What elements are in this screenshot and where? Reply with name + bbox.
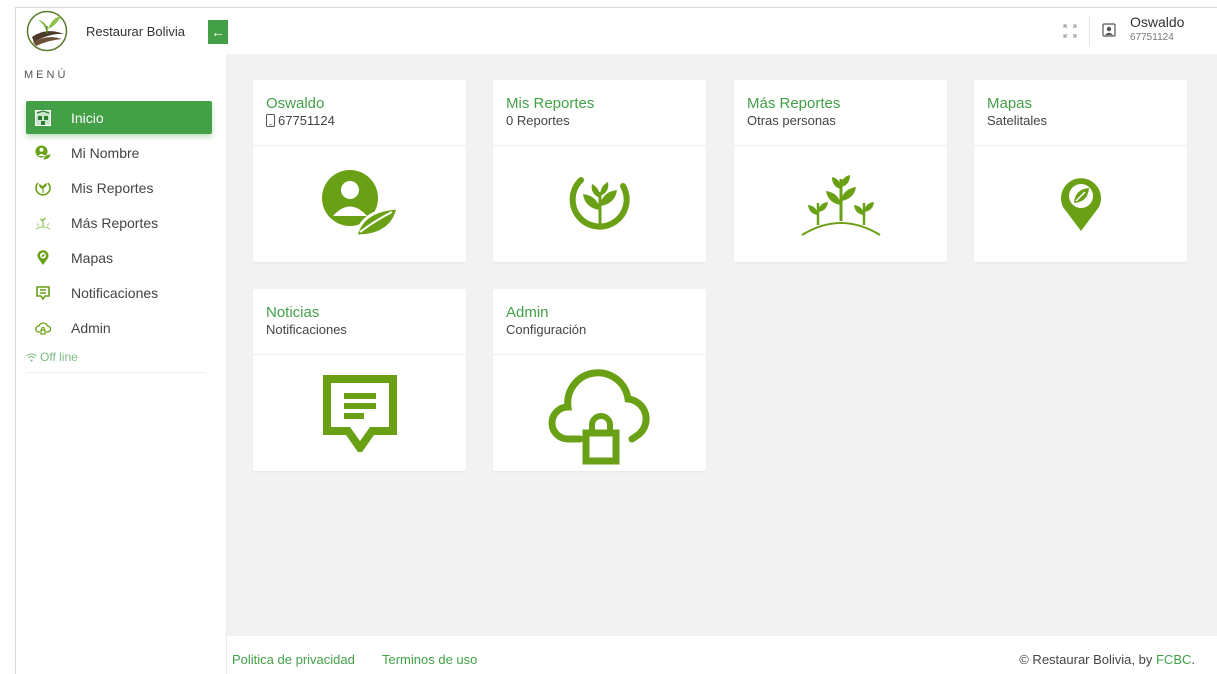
fcbc-link[interactable]: FCBC <box>1156 652 1191 667</box>
main-content: Oswaldo 67751124 Mis Reportes 0 Reportes <box>227 54 1217 636</box>
card-subtitle: Configuración <box>506 322 587 337</box>
plant-report-icon <box>35 180 51 196</box>
card-subtitle: Satelitales <box>987 113 1047 128</box>
card-subtitle: 0 Reportes <box>506 113 570 128</box>
terms-link[interactable]: Terminos de uso <box>382 652 477 667</box>
card-title: Mapas <box>987 95 1033 112</box>
sidebar-item-label: Más Reportes <box>71 214 159 231</box>
sidebar-item-label: Admin <box>71 319 111 336</box>
card-noticias[interactable]: Noticias Notificaciones <box>253 289 466 471</box>
card-title: Noticias <box>266 304 320 321</box>
expand-icon[interactable] <box>1062 23 1078 39</box>
brand-name: Restaurar Bolivia <box>86 23 185 39</box>
user-icon[interactable] <box>1102 23 1116 37</box>
copyright-suffix: . <box>1191 652 1195 667</box>
cloud-lock-icon <box>548 369 650 465</box>
sidebar-item-mi-nombre[interactable]: Mi Nombre <box>26 136 212 169</box>
sidebar-item-label: Notificaciones <box>71 284 159 301</box>
wifi-icon <box>26 353 37 361</box>
card-title: Más Reportes <box>747 95 841 112</box>
sidebar-item-label: Mapas <box>71 249 114 266</box>
brand[interactable]: Restaurar Bolivia <box>26 8 185 54</box>
plant-logo-icon <box>26 10 68 52</box>
phone-icon <box>266 114 275 127</box>
map-pin-icon <box>35 249 51 266</box>
divider <box>1089 16 1090 46</box>
user-phone: 67751124 <box>1130 32 1174 43</box>
divider <box>26 372 206 373</box>
sidebar-item-mapas[interactable]: Mapas <box>26 241 212 274</box>
arrow-left-icon: ← <box>211 24 225 40</box>
card-admin[interactable]: Admin Configuración <box>493 289 706 471</box>
user-leaf-icon <box>35 145 51 161</box>
sidebar-item-notificaciones[interactable]: Notificaciones <box>26 276 212 309</box>
menu-title: MENÚ <box>24 69 69 81</box>
privacy-policy-link[interactable]: Politica de privacidad <box>232 652 355 667</box>
sidebar-item-label: Inicio <box>71 109 104 126</box>
card-title: Oswaldo <box>266 95 325 112</box>
card-mas-reportes[interactable]: Más Reportes Otras personas <box>734 80 947 262</box>
collapse-sidebar-button[interactable]: ← <box>208 20 228 44</box>
status-text: Off line <box>40 350 78 364</box>
sidebar-item-label: Mis Reportes <box>71 179 154 196</box>
card-title: Mis Reportes <box>506 95 595 112</box>
sidebar-item-label: Mi Nombre <box>71 144 140 161</box>
sidebar-item-admin[interactable]: Admin <box>26 311 212 344</box>
sidebar-item-inicio[interactable]: Inicio <box>26 101 212 134</box>
sidebar-item-mis-reportes[interactable]: Mis Reportes <box>26 171 212 204</box>
card-title: Admin <box>506 304 549 321</box>
user-name[interactable]: Oswaldo <box>1130 14 1184 30</box>
top-bar: Restaurar Bolivia ← Oswaldo 67751124 <box>16 8 1217 54</box>
sidebar-item-mas-reportes[interactable]: Más Reportes <box>26 206 212 239</box>
card-subtitle: 67751124 <box>278 113 335 128</box>
card-subtitle: Notificaciones <box>266 322 347 337</box>
plant-report-icon <box>569 177 630 230</box>
footer: Politica de privacidad Terminos de uso ©… <box>227 636 1217 674</box>
user-leaf-icon <box>321 170 400 238</box>
home-icon <box>35 109 51 126</box>
plants-icon <box>800 175 881 236</box>
card-subtitle: Otras personas <box>747 113 836 128</box>
cloud-lock-icon <box>35 320 51 336</box>
plants-icon <box>35 215 51 231</box>
copyright-text: © Restaurar Bolivia, by <box>1019 652 1156 667</box>
sidebar: MENÚ Inicio Mi Nombre Mis Reportes Más R… <box>16 54 227 674</box>
message-icon <box>35 285 51 301</box>
card-mapas[interactable]: Mapas Satelitales <box>974 80 1187 262</box>
map-pin-icon <box>1060 178 1101 231</box>
card-profile[interactable]: Oswaldo 67751124 <box>253 80 466 262</box>
message-icon <box>322 375 397 452</box>
connection-status: Off line <box>26 350 78 364</box>
card-mis-reportes[interactable]: Mis Reportes 0 Reportes <box>493 80 706 262</box>
copyright: © Restaurar Bolivia, by FCBC. <box>1019 652 1195 667</box>
